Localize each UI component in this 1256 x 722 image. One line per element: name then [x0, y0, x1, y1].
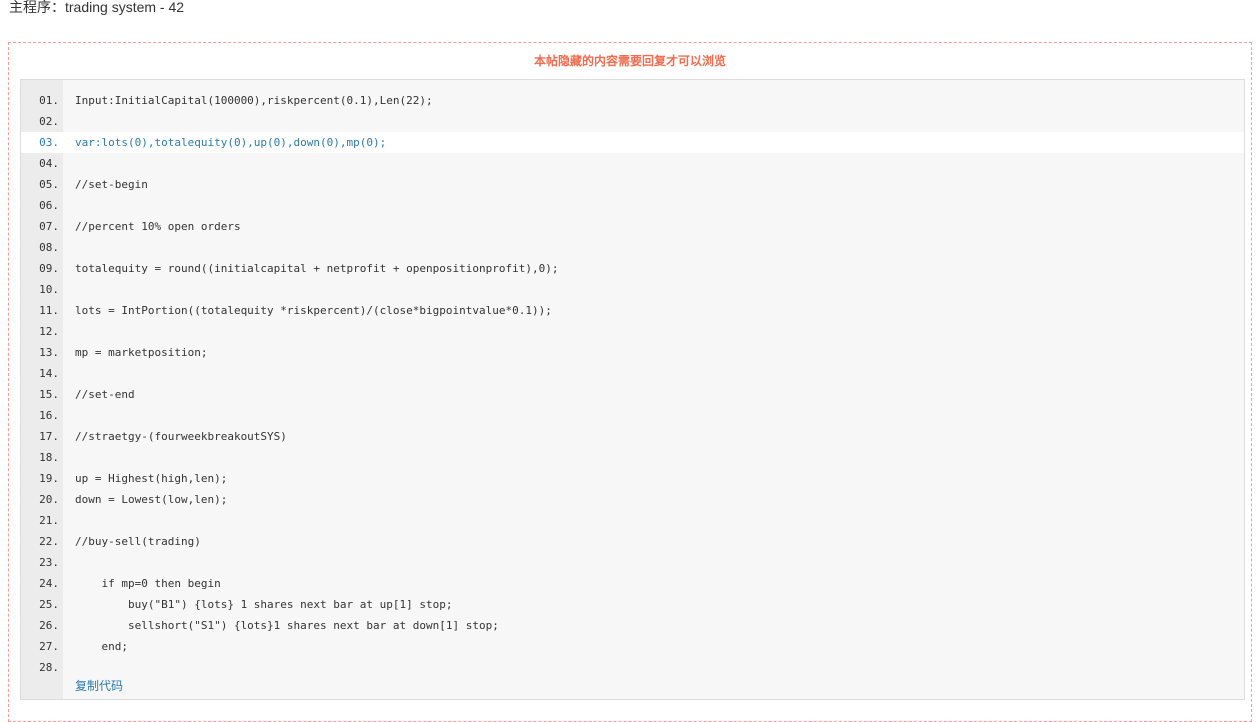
code-text: //set-end	[75, 388, 135, 401]
line-number: 14.	[39, 367, 59, 380]
code-line: 14.	[21, 363, 1244, 384]
code-line: 03. var:lots(0),totalequity(0),up(0),down…	[21, 132, 1244, 153]
hidden-content-box: 本帖隐藏的内容需要回复才可以浏览 01. Input:InitialCapital…	[8, 42, 1252, 722]
line-number: 05.	[39, 178, 59, 191]
line-number: 12.	[39, 325, 59, 338]
line-number: 17.	[39, 430, 59, 443]
code-line: 11. lots = IntPortion((totalequity *riskp…	[21, 300, 1244, 321]
code-text: //set-begin	[75, 178, 148, 191]
code-line: 08.	[21, 237, 1244, 258]
line-number: 22.	[39, 535, 59, 548]
line-number: 06.	[39, 199, 59, 212]
line-number: 25.	[39, 598, 59, 611]
code-line: 19. up = Highest(high,len);	[21, 468, 1244, 489]
line-number: 28.	[39, 661, 59, 674]
code-line: 23.	[21, 552, 1244, 573]
line-number: 13.	[39, 346, 59, 359]
code-line: 17. //straetgy-(fourweekbreakoutSYS)	[21, 426, 1244, 447]
code-text: Input:InitialCapital(100000),riskpercent…	[75, 94, 433, 107]
line-number: 19.	[39, 472, 59, 485]
code-line: 10.	[21, 279, 1244, 300]
code-text: end;	[75, 640, 128, 653]
line-number: 02.	[39, 115, 59, 128]
code-line: 25. buy("B1") {lots} 1 shares next bar a…	[21, 594, 1244, 615]
code-line: 09. totalequity = round((initialcapital +…	[21, 258, 1244, 279]
code-line: 16.	[21, 405, 1244, 426]
code-text: sellshort("S1") {lots}1 shares next bar …	[75, 619, 499, 632]
code-line: 15. //set-end	[21, 384, 1244, 405]
line-number: 27.	[39, 640, 59, 653]
line-number: 23.	[39, 556, 59, 569]
code-line: 28.	[21, 657, 1244, 678]
code-line: 24. if mp=0 then begin	[21, 573, 1244, 594]
post-title: 主程序：trading system - 42	[9, 0, 185, 15]
line-number: 11.	[39, 304, 59, 317]
code-text: buy("B1") {lots} 1 shares next bar at up…	[75, 598, 453, 611]
copy-code-link[interactable]: 复制代码	[75, 679, 123, 693]
code-line: 21.	[21, 510, 1244, 531]
code-line: 04.	[21, 153, 1244, 174]
code-line: 01. Input:InitialCapital(100000),riskperc…	[21, 90, 1244, 111]
hidden-content-notice: 本帖隐藏的内容需要回复才可以浏览	[533, 54, 726, 68]
code-line: 06.	[21, 195, 1244, 216]
line-number: 10.	[39, 283, 59, 296]
code-text: //percent 10% open orders	[75, 220, 241, 233]
code-line: 05. //set-begin	[21, 174, 1244, 195]
code-line: 12.	[21, 321, 1244, 342]
code-text: if mp=0 then begin	[75, 577, 221, 590]
line-number: 20.	[39, 493, 59, 506]
line-number: 01.	[39, 94, 59, 107]
code-text: //buy-sell(trading)	[75, 535, 201, 548]
line-number: 09.	[39, 262, 59, 275]
code-text: totalequity = round((initialcapital + ne…	[75, 262, 559, 275]
code-line: 27. end;	[21, 636, 1244, 657]
line-number: 03.	[39, 136, 59, 149]
line-number: 24.	[39, 577, 59, 590]
line-number: 18.	[39, 451, 59, 464]
line-number: 04.	[39, 157, 59, 170]
code-text: lots = IntPortion((totalequity *riskperc…	[75, 304, 552, 317]
line-number: 07.	[39, 220, 59, 233]
line-number: 15.	[39, 388, 59, 401]
code-text: var:lots(0),totalequity(0),up(0),down(0)…	[75, 136, 387, 149]
line-number: 26.	[39, 619, 59, 632]
code-lines: 01. Input:InitialCapital(100000),riskperc…	[21, 90, 1244, 678]
code-text: mp = marketposition;	[75, 346, 208, 359]
code-text: up = Highest(high,len);	[75, 472, 228, 485]
code-text: //straetgy-(fourweekbreakoutSYS)	[75, 430, 287, 443]
code-line: 20. down = Lowest(low,len);	[21, 489, 1244, 510]
line-number: 16.	[39, 409, 59, 422]
code-line: 07. //percent 10% open orders	[21, 216, 1244, 237]
code-line: 26. sellshort("S1") {lots}1 shares next …	[21, 615, 1244, 636]
code-line: 13. mp = marketposition;	[21, 342, 1244, 363]
line-number: 21.	[39, 514, 59, 527]
code-text: down = Lowest(low,len);	[75, 493, 228, 506]
line-number: 08.	[39, 241, 59, 254]
code-line: 18.	[21, 447, 1244, 468]
code-line: 02.	[21, 111, 1244, 132]
code-block: 01. Input:InitialCapital(100000),riskperc…	[20, 79, 1245, 700]
code-line: 22. //buy-sell(trading)	[21, 531, 1244, 552]
